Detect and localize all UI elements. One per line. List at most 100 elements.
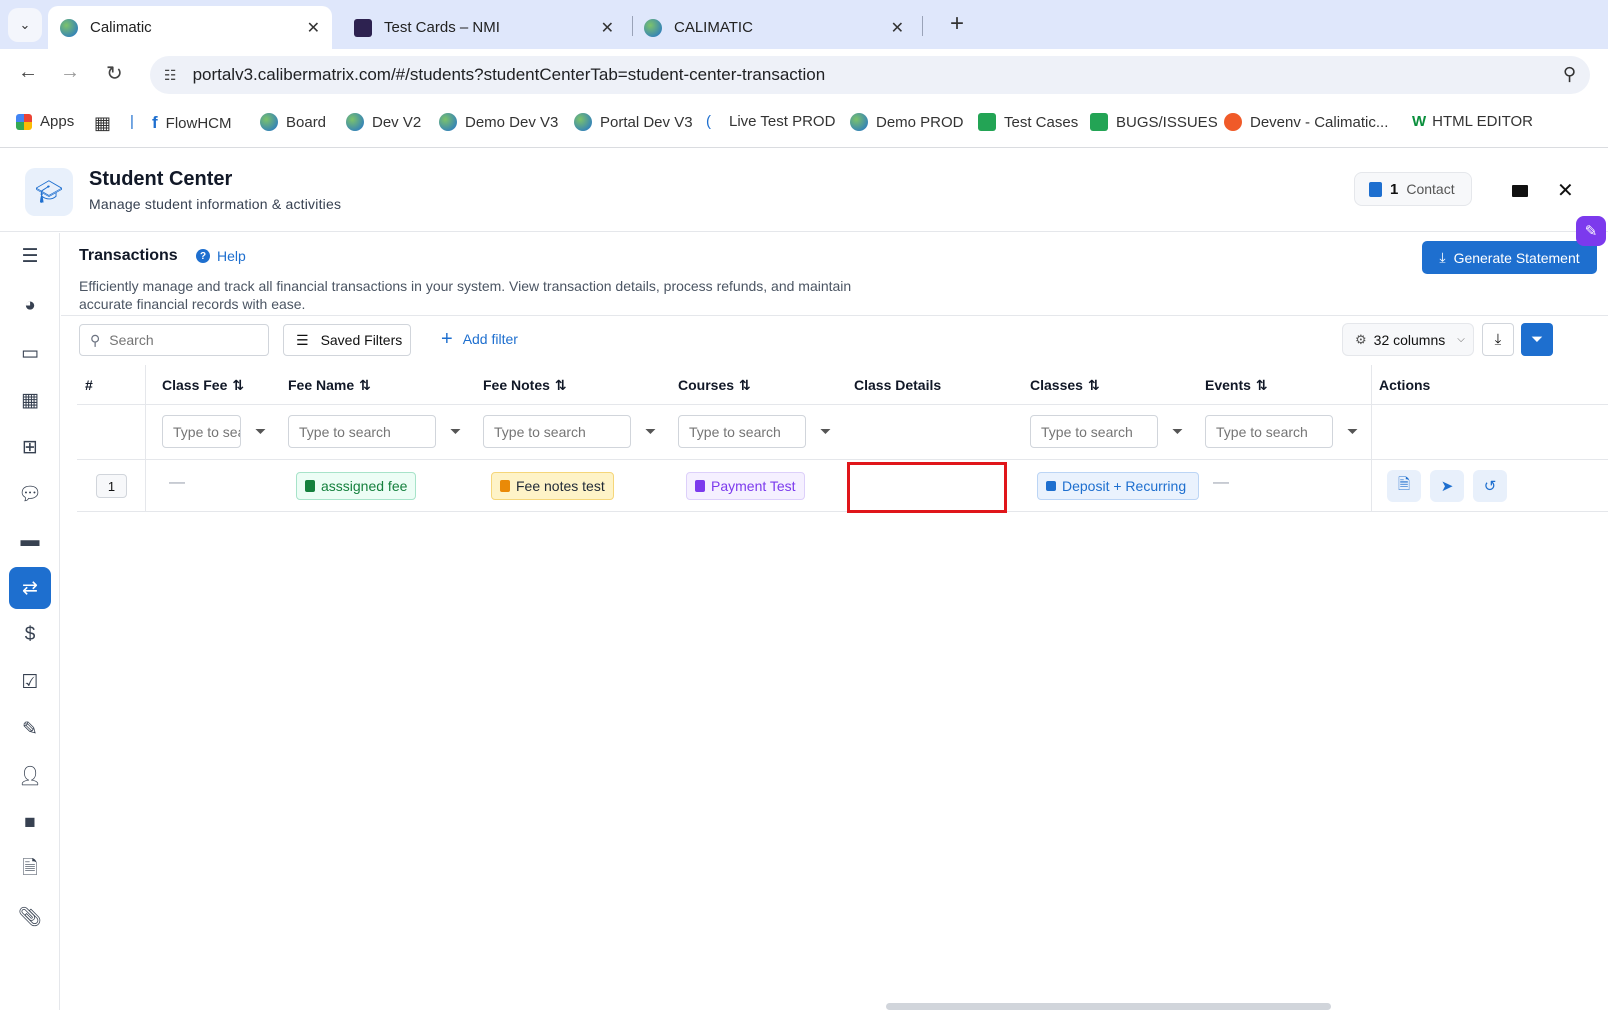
tab-calimatic[interactable]: Calimatic ✕ bbox=[48, 6, 332, 49]
sidebar-item-sign[interactable]: ✎ bbox=[9, 708, 51, 750]
funnel-icon[interactable]: ⏷ bbox=[1347, 423, 1358, 440]
sidebar-item-dashboard[interactable]: ◕ bbox=[9, 285, 51, 327]
funnel-icon[interactable]: ⏷ bbox=[1172, 423, 1183, 440]
classes-filter-input[interactable] bbox=[1030, 415, 1158, 448]
class-fee-filter-input[interactable] bbox=[162, 415, 241, 448]
filter-toggle-button[interactable]: ⏷ bbox=[1521, 323, 1553, 356]
events-filter-input[interactable] bbox=[1205, 415, 1333, 448]
horizontal-scrollbar[interactable] bbox=[886, 1003, 1331, 1010]
tab-search-chevron-icon[interactable]: ⌄ bbox=[8, 8, 42, 42]
laptop-icon bbox=[1046, 481, 1056, 491]
bookmark-html-editor[interactable]: W HTML EDITOR bbox=[1412, 113, 1533, 130]
site-settings-icon[interactable]: ☷ bbox=[164, 67, 177, 84]
export-download-button[interactable]: ⤓ bbox=[1482, 323, 1514, 356]
fee-name-chip[interactable]: asssigned fee bbox=[296, 472, 417, 500]
bookmark-bugs-issues[interactable]: BUGS/ISSUES bbox=[1090, 113, 1218, 131]
divider bbox=[61, 315, 1608, 316]
bookmark-dev-v2[interactable]: Dev V2 bbox=[346, 113, 421, 131]
hamburger-menu-icon[interactable]: ☰ bbox=[9, 235, 51, 277]
bookmark-label: BUGS/ISSUES bbox=[1116, 113, 1218, 131]
bookmark-tab-groups[interactable]: ▦ bbox=[94, 113, 111, 134]
funnel-icon[interactable]: ⏷ bbox=[645, 423, 656, 440]
funnel-icon[interactable]: ⏷ bbox=[450, 423, 461, 440]
sidebar-item-messages[interactable]: 💬︎ bbox=[9, 473, 51, 515]
header-class-fee[interactable]: Class Fee ⇅ bbox=[162, 377, 244, 394]
sidebar-item-add-user[interactable]: 👤︎ bbox=[9, 755, 51, 797]
funnel-icon[interactable]: ⏷ bbox=[255, 423, 266, 440]
sidebar-item-attachments[interactable]: 📎︎ bbox=[9, 896, 51, 938]
view-receipt-button[interactable]: 🗎︎ bbox=[1387, 470, 1421, 502]
bookmark-demo-dev-v3[interactable]: Demo Dev V3 bbox=[439, 113, 558, 131]
class-fee-value: — bbox=[169, 474, 185, 491]
contact-button[interactable]: 1 Contact bbox=[1354, 172, 1472, 206]
paper-plane-icon: ➤ bbox=[1440, 478, 1454, 495]
sidebar-item-classes[interactable]: ▭ bbox=[9, 332, 51, 374]
fee-name-filter-input[interactable] bbox=[288, 415, 436, 448]
tab-calimatic-2[interactable]: CALIMATIC ✕ bbox=[632, 6, 916, 49]
bookmark-live-test-prod[interactable]: ( Live Test PROD bbox=[706, 113, 835, 130]
sidebar-item-notes[interactable]: ■ bbox=[9, 802, 51, 844]
tab-test-cards-nmi[interactable]: Test Cards – NMI ✕ bbox=[342, 6, 626, 49]
sidebar-item-invoices[interactable]: $ bbox=[9, 614, 51, 656]
bookmark-flowhcm[interactable]: f FlowHCM bbox=[152, 113, 232, 133]
reload-icon[interactable]: ↻ bbox=[106, 61, 123, 86]
bookmark-portal-dev-v3[interactable]: Portal Dev V3 bbox=[574, 113, 693, 131]
fee-notes-filter-input[interactable] bbox=[483, 415, 631, 448]
envelope-icon[interactable] bbox=[1512, 185, 1528, 197]
close-tab-icon[interactable]: ✕ bbox=[601, 18, 614, 38]
fee-notes-chip[interactable]: Fee notes test bbox=[491, 472, 614, 500]
table-row[interactable]: 1 — asssigned fee Fee notes test Payment… bbox=[77, 460, 1608, 513]
help-link[interactable]: ? Help bbox=[196, 248, 246, 264]
sticky-note-icon: ■ bbox=[24, 812, 36, 833]
bookmark-devenv-calimatic[interactable]: Devenv - Calimatic... bbox=[1224, 113, 1388, 131]
fee-notes-label: Fee notes test bbox=[516, 478, 605, 494]
close-tab-icon[interactable]: ✕ bbox=[891, 18, 904, 38]
sort-arrows-icon[interactable]: ⇅ bbox=[1088, 377, 1100, 393]
search-input[interactable] bbox=[109, 332, 250, 348]
sidebar-item-transactions[interactable]: ⇄ bbox=[9, 567, 51, 609]
header-events[interactable]: Events ⇅ bbox=[1205, 377, 1268, 394]
sort-arrows-icon[interactable]: ⇅ bbox=[739, 377, 751, 393]
close-icon[interactable]: ✕ bbox=[1557, 178, 1574, 203]
sidebar-item-payments[interactable]: ▬ bbox=[9, 520, 51, 562]
columns-selector[interactable]: ⚙ 32 columns ⌵ bbox=[1342, 323, 1474, 356]
sidebar-item-enroll[interactable]: ⊞ bbox=[9, 426, 51, 468]
sort-arrows-icon[interactable]: ⇅ bbox=[232, 377, 244, 393]
header-fee-name[interactable]: Fee Name ⇅ bbox=[288, 377, 371, 394]
courses-filter-input[interactable] bbox=[678, 415, 806, 448]
header-classes[interactable]: Classes ⇅ bbox=[1030, 377, 1100, 394]
back-arrow-icon[interactable]: ← bbox=[18, 61, 38, 84]
courses-chip[interactable]: Payment Test bbox=[686, 472, 805, 500]
send-button[interactable]: ➤ bbox=[1430, 470, 1464, 502]
url-omnibox[interactable]: ☷ portalv3.calibermatrix.com/#/students?… bbox=[150, 56, 1590, 94]
header-label: Class Details bbox=[854, 377, 942, 393]
sidebar-item-documents[interactable]: 🗎︎ bbox=[9, 849, 51, 891]
bookmark-board[interactable]: Board bbox=[260, 113, 326, 131]
sort-arrows-icon[interactable]: ⇅ bbox=[555, 377, 567, 393]
zoom-magnifier-icon[interactable]: ⚲ bbox=[1563, 64, 1576, 85]
document-icon bbox=[305, 480, 315, 492]
forward-arrow-icon[interactable]: → bbox=[60, 61, 80, 84]
header-courses[interactable]: Courses ⇅ bbox=[678, 377, 751, 394]
bookmark-test-cases[interactable]: Test Cases bbox=[978, 113, 1078, 131]
funnel-icon[interactable]: ⏷ bbox=[820, 423, 831, 440]
add-filter-button[interactable]: + Add filter bbox=[441, 329, 518, 349]
refund-button[interactable]: ↺ bbox=[1473, 470, 1507, 502]
sidebar-item-calendar[interactable]: ▦ bbox=[9, 379, 51, 421]
classes-chip[interactable]: Deposit + Recurring bbox=[1037, 472, 1199, 500]
file-shield-icon: 🗎︎ bbox=[22, 858, 38, 879]
new-tab-plus-icon[interactable]: + bbox=[950, 10, 964, 38]
tab-title: CALIMATIC bbox=[674, 19, 753, 36]
bookmark-apps[interactable]: Apps bbox=[16, 113, 74, 130]
saved-filters-button[interactable]: ☰ Saved Filters bbox=[283, 324, 411, 356]
generate-statement-button[interactable]: ⤓ Generate Statement bbox=[1422, 241, 1597, 274]
sidebar-item-checklist[interactable]: ☑ bbox=[9, 661, 51, 703]
sort-arrows-icon[interactable]: ⇅ bbox=[359, 377, 371, 393]
bookmark-demo-prod[interactable]: Demo PROD bbox=[850, 113, 964, 131]
search-box[interactable]: ⚲ bbox=[79, 324, 269, 356]
header-fee-notes[interactable]: Fee Notes ⇅ bbox=[483, 377, 567, 394]
edit-pencil-icon[interactable]: ✎ bbox=[1576, 216, 1606, 246]
close-tab-icon[interactable]: ✕ bbox=[307, 18, 320, 38]
sort-arrows-icon[interactable]: ⇅ bbox=[1256, 377, 1268, 393]
graduation-cap-icon: 🎓︎ bbox=[25, 168, 73, 216]
